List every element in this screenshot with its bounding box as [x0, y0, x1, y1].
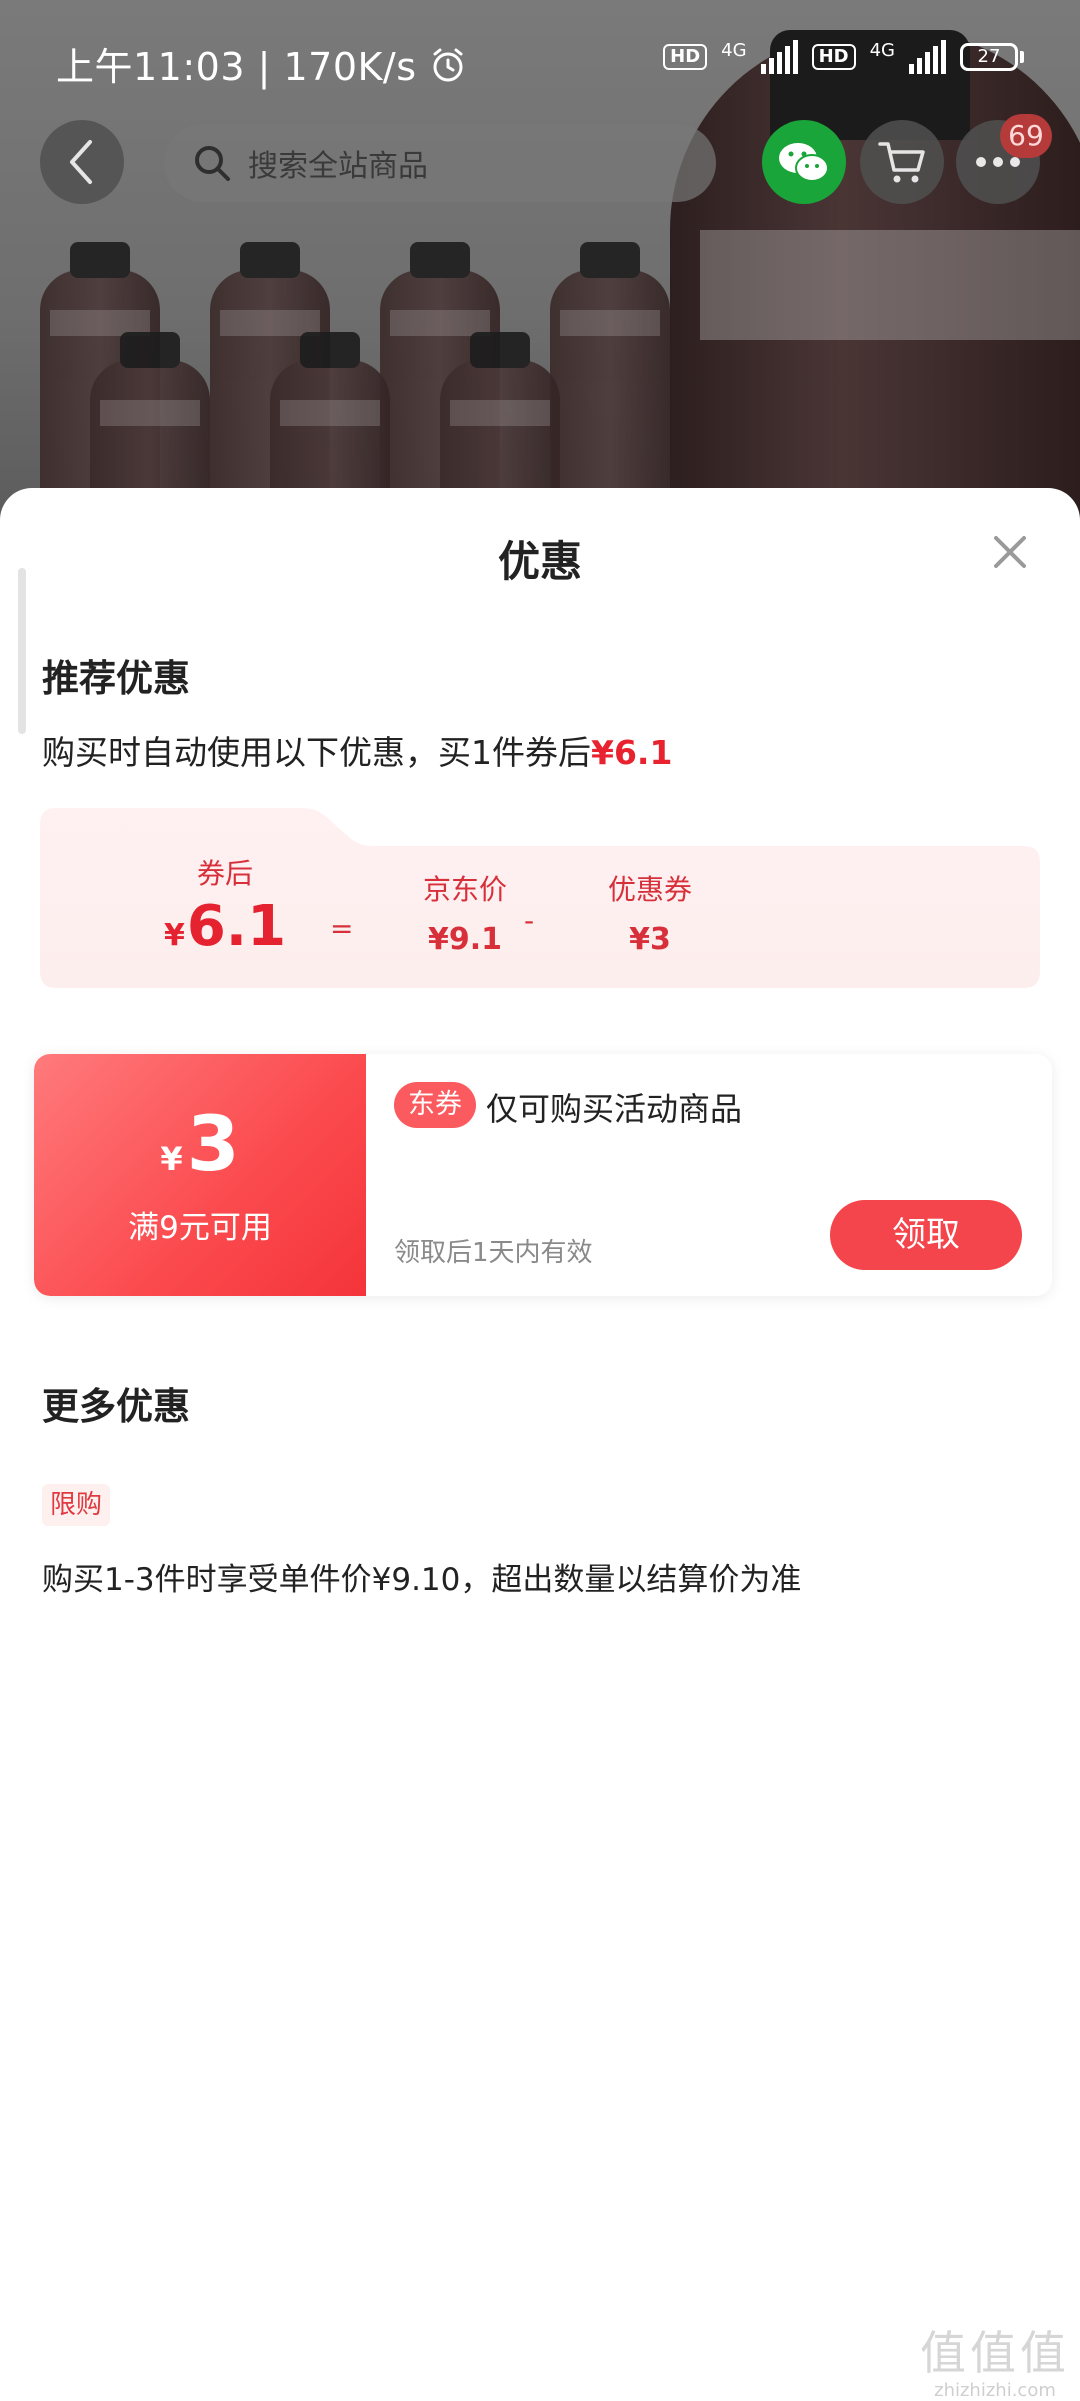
purchase-limit-tag: 限购	[42, 1484, 111, 1526]
bottles-image	[0, 242, 720, 520]
wechat-share-button[interactable]	[762, 120, 846, 204]
hd-badge-1: HD	[663, 44, 708, 70]
recommend-desc-text: 购买时自动使用以下优惠，买1件券后	[42, 733, 591, 772]
alarm-icon	[429, 46, 467, 93]
purchase-limit-description: 购买1-3件时享受单件价¥9.10，超出数量以结算价为准	[42, 1562, 802, 1598]
chevron-left-icon	[70, 140, 92, 184]
search-input[interactable]: 搜索全站商品	[164, 124, 716, 202]
minus-sign: -	[524, 904, 535, 937]
after-coupon-value: 6.1	[186, 894, 287, 959]
wechat-icon	[779, 143, 829, 182]
search-placeholder: 搜索全站商品	[248, 149, 428, 184]
coupon-value-panel: ¥3 满9元可用	[34, 1054, 366, 1296]
jd-price-label: 京东价	[422, 873, 507, 906]
price-breakdown-card: 券后 ¥6.1 = 京东价 ¥9.1 - 优惠券 ¥3	[40, 808, 1040, 988]
discount-sheet: 优惠 推荐优惠 购买时自动使用以下优惠，买1件券后¥6.1 券后 ¥6.1 = …	[0, 488, 1080, 2400]
signal-icon-2	[909, 40, 946, 74]
search-icon	[195, 146, 230, 181]
close-button[interactable]	[988, 530, 1032, 574]
more-icon	[976, 157, 1020, 167]
after-coupon-block: 券后 ¥6.1	[140, 852, 310, 959]
status-bar: 上午11:03 | 170K/s HD 4G HD 4G 27	[0, 0, 1080, 120]
equals-sign: =	[330, 912, 354, 945]
coupon-discount-block: 优惠券 ¥3	[580, 868, 720, 957]
coupon-scope: 仅可购买活动商品	[486, 1090, 743, 1128]
coupon-currency: ¥	[160, 1140, 183, 1178]
network-label-2: 4G	[869, 40, 895, 61]
sheet-title: 优惠	[497, 537, 582, 586]
coupon-amount: ¥3	[34, 1106, 366, 1182]
cart-icon	[878, 142, 925, 183]
coupon-condition: 满9元可用	[128, 1210, 272, 1246]
watermark-logo: 值值值	[920, 2326, 1070, 2380]
battery-icon: 27	[960, 43, 1024, 71]
cart-button[interactable]	[860, 120, 944, 204]
nav-bar: 搜索全站商品	[0, 120, 1080, 210]
coupon-type-tag: 东券	[394, 1082, 476, 1128]
close-icon	[994, 536, 1026, 568]
product-header: 上午11:03 | 170K/s HD 4G HD 4G 27 搜索全站商品 6…	[0, 0, 1080, 520]
network-label-1: 4G	[721, 40, 747, 61]
battery-level: 27	[960, 43, 1018, 71]
signal-icon-1	[760, 40, 798, 74]
jd-price-block: 京东价 ¥9.1	[395, 868, 535, 957]
status-indicators: HD 4G HD 4G 27	[663, 40, 1024, 74]
claim-coupon-button[interactable]: 领取	[830, 1200, 1022, 1270]
watermark-text: zhizhizhi.com	[934, 2380, 1056, 2401]
recommend-title: 推荐优惠	[42, 657, 190, 700]
after-coupon-label: 券后	[196, 857, 253, 890]
after-coupon-currency: ¥	[163, 918, 185, 953]
hd-badge-2: HD	[811, 44, 856, 70]
after-coupon-price: ¥6.1	[140, 894, 310, 959]
coupon-card: ¥3 满9元可用 东券 仅可购买活动商品 领取后1天内有效 领取	[34, 1054, 1052, 1296]
coupon-discount-value: ¥3	[629, 922, 671, 957]
jd-price-value: ¥9.1	[427, 922, 503, 957]
message-count-badge: 69	[1000, 114, 1052, 158]
recommend-description: 购买时自动使用以下优惠，买1件券后¥6.1	[42, 726, 672, 774]
more-offers-title: 更多优惠	[42, 1385, 190, 1428]
coupon-amount-value: 3	[186, 1099, 240, 1188]
status-time: 上午11:03 | 170K/s	[56, 36, 467, 93]
coupon-discount-label: 优惠券	[607, 873, 692, 906]
scroll-indicator	[18, 568, 26, 734]
recommend-desc-price: ¥6.1	[591, 733, 673, 772]
back-button[interactable]	[40, 120, 124, 204]
watermark: 值值值 zhizhizhi.com	[920, 2330, 1070, 2401]
coupon-validity: 领取后1天内有效	[394, 1238, 593, 1268]
